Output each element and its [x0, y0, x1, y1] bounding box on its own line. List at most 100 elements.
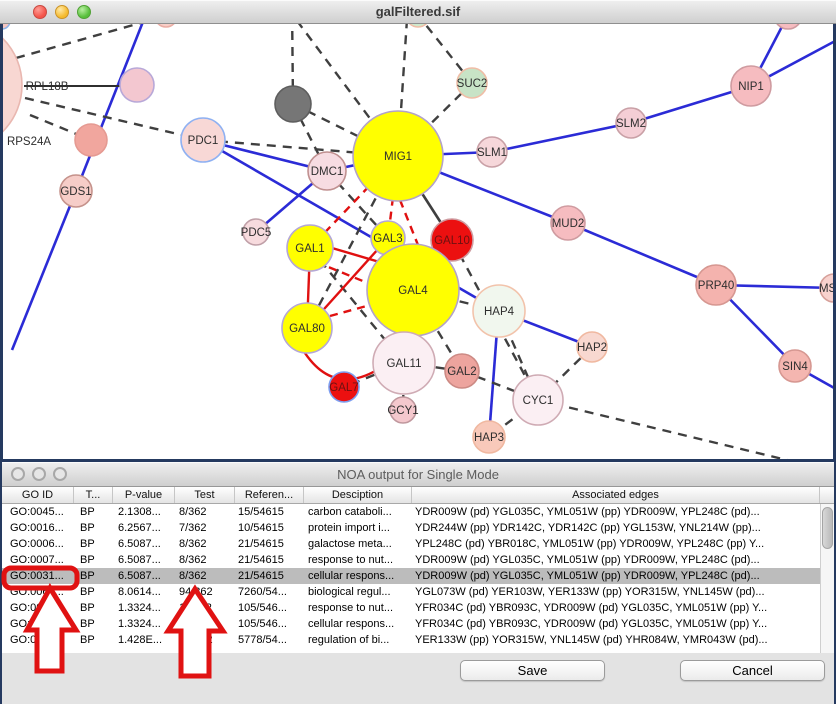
node-label-GAL1: GAL1: [295, 243, 324, 255]
cell-p_value: 1.3324...: [113, 616, 175, 632]
table-scrollbar[interactable]: [820, 504, 834, 653]
node-label-MIG1: MIG1: [384, 151, 412, 163]
network-window-title: galFiltered.sif: [0, 0, 836, 24]
cell-reference: 10/54615: [235, 520, 304, 536]
cell-description: carbon cataboli...: [304, 504, 412, 520]
node-label-GAL10: GAL10: [434, 235, 470, 247]
edge-12: [568, 223, 716, 285]
table-row-1[interactable]: GO:0016...BP6.2567...7/36210/54615protei…: [2, 520, 820, 536]
cell-type: BP: [74, 520, 113, 536]
cell-p_value: 2.1308...: [113, 504, 175, 520]
node-big-left[interactable]: [0, 24, 22, 151]
table-row-6[interactable]: GO:0031...BP1.3324...11/362105/546...res…: [2, 600, 820, 616]
cell-description: protein import i...: [304, 520, 412, 536]
scrollbar-thumb[interactable]: [822, 507, 833, 549]
cell-p_value: 6.5087...: [113, 552, 175, 568]
cell-test: 8/362: [175, 536, 235, 552]
cell-reference: 105/546...: [235, 616, 304, 632]
noa-window-titlebar[interactable]: NOA output for Single Mode: [2, 462, 834, 487]
edge-53: [330, 304, 374, 316]
node-label-SLM1: SLM1: [477, 147, 507, 159]
cell-associated_edges: YGL073W (pd) YER103W, YER133W (pp) YOR31…: [412, 584, 820, 600]
node-label-GDS1: GDS1: [60, 186, 91, 198]
save-button[interactable]: Save: [460, 660, 605, 681]
edge-18: [25, 98, 203, 140]
cell-type: BP: [74, 616, 113, 632]
network-window-titlebar[interactable]: galFiltered.sif: [0, 0, 836, 24]
cell-go_id: GO:0065...: [2, 584, 74, 600]
screen: galFiltered.sif RPL18BRPS24AGDS1PDC1DMC1…: [0, 0, 836, 704]
column-header-type[interactable]: T...: [74, 487, 113, 503]
cell-type: BP: [74, 552, 113, 568]
cell-associated_edges: YFR034C (pd) YBR093C, YDR009W (pd) YGL03…: [412, 616, 820, 632]
cell-p_value: 8.0614...: [113, 584, 175, 600]
cell-associated_edges: YDR009W (pd) YGL035C, YML051W (pp) YDR00…: [412, 552, 820, 568]
cell-go_id: GO:0031...: [2, 600, 74, 616]
network-window: galFiltered.sif RPL18BRPS24AGDS1PDC1DMC1…: [0, 0, 836, 459]
cell-reference: 21/54615: [235, 536, 304, 552]
canvas-left-border: [0, 24, 3, 459]
node-label-GAL3: GAL3: [373, 233, 402, 245]
cell-go_id: GO:0007...: [2, 552, 74, 568]
column-header-reference[interactable]: Referen...: [235, 487, 304, 503]
node-label-CYC1: CYC1: [523, 395, 554, 407]
cell-description: response to nut...: [304, 600, 412, 616]
node-label-HAP2: HAP2: [577, 342, 607, 354]
cell-reference: 21/54615: [235, 568, 304, 584]
cell-p_value: 6.5087...: [113, 536, 175, 552]
cell-test: 80/362: [175, 632, 235, 648]
table-row-4[interactable]: GO:0031...BP6.5087...8/36221/54615cellul…: [2, 568, 820, 584]
node-top-pink[interactable]: [155, 24, 177, 27]
table-row-3[interactable]: GO:0007...BP6.5087...8/36221/54615respon…: [2, 552, 820, 568]
edge-0: [76, 24, 150, 191]
cell-description: cellular respons...: [304, 616, 412, 632]
cell-go_id: GO:0050...: [2, 632, 74, 648]
node-label-HAP4: HAP4: [484, 306, 515, 318]
node-label-GAL7: GAL7: [329, 382, 358, 394]
node-RPL18B[interactable]: [120, 68, 154, 102]
cell-go_id: GO:0031...: [2, 568, 74, 584]
edge-20: [16, 24, 208, 58]
cancel-button[interactable]: Cancel: [680, 660, 825, 681]
cell-reference: 5778/54...: [235, 632, 304, 648]
cell-associated_edges: YER133W (pp) YOR315W, YNL145W (pd) YHR08…: [412, 632, 820, 648]
node-label-SIN4: SIN4: [782, 361, 808, 373]
node-label-PDC5: PDC5: [241, 227, 272, 239]
cell-reference: 15/54615: [235, 504, 304, 520]
column-header-description[interactable]: Desciption: [304, 487, 412, 503]
column-header-test[interactable]: Test: [175, 487, 235, 503]
table-row-5[interactable]: GO:0065...BP8.0614...94/3627260/54...bio…: [2, 584, 820, 600]
cell-reference: 105/546...: [235, 600, 304, 616]
noa-window: NOA output for Single Mode GO IDT...P-va…: [0, 462, 836, 704]
cell-type: BP: [74, 584, 113, 600]
cell-go_id: GO:0045...: [2, 504, 74, 520]
cell-p_value: 6.5087...: [113, 568, 175, 584]
node-label-PRP40: PRP40: [698, 280, 734, 292]
table-row-8[interactable]: GO:0050...BP1.428E...80/3625778/54...reg…: [2, 632, 820, 648]
column-header-p_value[interactable]: P-value: [113, 487, 175, 503]
table-row-2[interactable]: GO:0006...BP6.5087...8/36221/54615galact…: [2, 536, 820, 552]
cell-go_id: GO:0006...: [2, 536, 74, 552]
cell-p_value: 1.428E...: [113, 632, 175, 648]
node-pink-tr[interactable]: [774, 24, 802, 29]
cell-go_id: GO:0031...: [2, 616, 74, 632]
cell-test: 11/362: [175, 616, 235, 632]
node-gray-node[interactable]: [275, 86, 311, 122]
edge-7: [492, 123, 631, 152]
cell-associated_edges: YDR244W (pp) YDR142C, YDR142C (pp) YGL15…: [412, 520, 820, 536]
node-RPS24A[interactable]: [75, 124, 107, 156]
cell-test: 8/362: [175, 568, 235, 584]
cell-type: BP: [74, 504, 113, 520]
table-row-0[interactable]: GO:0045...BP2.1308...8/36215/54615carbon…: [2, 504, 820, 520]
table-header: GO IDT...P-valueTestReferen...Desciption…: [2, 487, 834, 504]
cell-test: 7/362: [175, 520, 235, 536]
column-header-associated_edges[interactable]: Associated edges: [412, 487, 820, 503]
cell-description: galactose meta...: [304, 536, 412, 552]
cell-type: BP: [74, 536, 113, 552]
cell-reference: 21/54615: [235, 552, 304, 568]
column-header-go_id[interactable]: GO ID: [2, 487, 74, 503]
cell-description: response to nut...: [304, 552, 412, 568]
node-label-GCY1: GCY1: [387, 405, 418, 417]
table-row-7[interactable]: GO:0031...BP1.3324...11/362105/546...cel…: [2, 616, 820, 632]
network-canvas[interactable]: RPL18BRPS24AGDS1PDC1DMC1MIG1SUC2SLM1SLM2…: [0, 24, 836, 459]
